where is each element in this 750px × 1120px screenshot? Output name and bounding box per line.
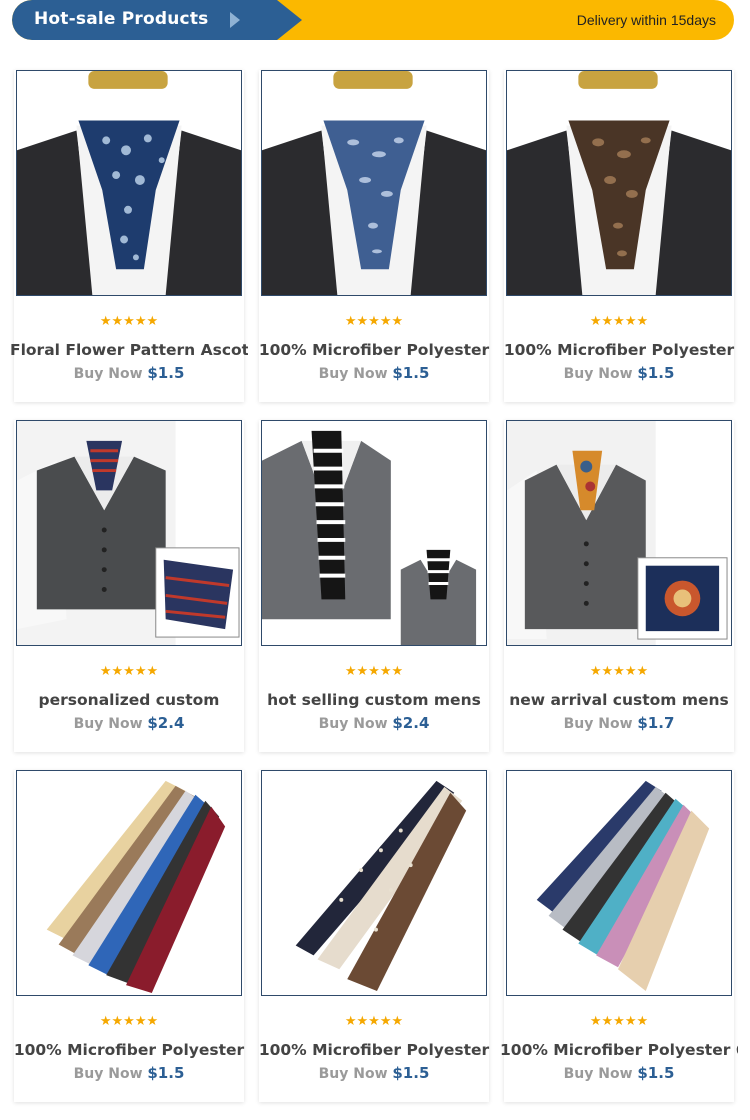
buy-now-link[interactable]: Buy Now: [564, 366, 633, 382]
product-price: $1.5: [147, 364, 185, 382]
price-line: Buy Now $1.5: [14, 364, 244, 382]
product-price: $1.5: [147, 1064, 185, 1082]
product-photo: [17, 771, 241, 995]
product-name[interactable]: Floral Flower Pattern Ascot: [10, 341, 248, 359]
product-price: $1.5: [392, 1064, 430, 1082]
product-image[interactable]: [16, 70, 242, 296]
rating-stars: ★★★★★: [99, 663, 159, 678]
buy-now-link[interactable]: Buy Now: [74, 366, 143, 382]
buy-now-link[interactable]: Buy Now: [319, 1066, 388, 1082]
product-card[interactable]: ★★★★★ 100% Microfiber Polyester 6 Buy No…: [500, 770, 738, 1102]
product-photo: [17, 421, 241, 645]
rating-stars: ★★★★★: [589, 663, 649, 678]
product-photo: [507, 421, 731, 645]
rating-stars: ★★★★★: [344, 1013, 404, 1028]
product-card[interactable]: ★★★★★ new arrival custom mens Buy Now $1…: [504, 420, 734, 752]
rating-stars: ★★★★★: [99, 313, 159, 328]
product-name[interactable]: 100% Microfiber Polyester: [255, 341, 493, 359]
product-price: $2.4: [147, 714, 185, 732]
price-line: Buy Now $2.4: [14, 714, 244, 732]
product-photo: [262, 771, 486, 995]
price-line: Buy Now $1.7: [504, 714, 734, 732]
product-price: $1.7: [637, 714, 675, 732]
price-line: Buy Now $1.5: [504, 1064, 734, 1082]
product-card[interactable]: ★★★★★ hot selling custom mens Buy Now $2…: [259, 420, 489, 752]
rating-stars: ★★★★★: [344, 313, 404, 328]
price-line: Buy Now $1.5: [14, 1064, 244, 1082]
product-card[interactable]: ★★★★★ 100% Microfiber Polyester Buy Now …: [504, 70, 734, 402]
product-image[interactable]: [506, 420, 732, 646]
product-price: $1.5: [392, 364, 430, 382]
price-line: Buy Now $2.4: [259, 714, 489, 732]
product-card[interactable]: ★★★★★ 100% Microfiber Polyester Buy Now …: [259, 770, 489, 1102]
product-photo: [262, 71, 486, 295]
product-card[interactable]: ★★★★★ personalized custom Buy Now $2.4: [14, 420, 244, 752]
product-card[interactable]: ★★★★★ 100% Microfiber Polyester Buy Now …: [14, 770, 244, 1102]
product-name[interactable]: 100% Microfiber Polyester: [10, 1041, 248, 1059]
rating-stars: ★★★★★: [589, 313, 649, 328]
buy-now-link[interactable]: Buy Now: [564, 1066, 633, 1082]
buy-now-link[interactable]: Buy Now: [564, 716, 633, 732]
product-photo: [17, 71, 241, 295]
product-card[interactable]: ★★★★★ Floral Flower Pattern Ascot Buy No…: [10, 70, 248, 402]
rating-stars: ★★★★★: [344, 663, 404, 678]
buy-now-link[interactable]: Buy Now: [74, 1066, 143, 1082]
product-image[interactable]: [16, 770, 242, 996]
buy-now-link[interactable]: Buy Now: [319, 366, 388, 382]
product-image[interactable]: [261, 70, 487, 296]
rating-stars: ★★★★★: [589, 1013, 649, 1028]
price-line: Buy Now $1.5: [504, 364, 734, 382]
price-line: Buy Now $1.5: [259, 1064, 489, 1082]
product-name[interactable]: 100% Microfiber Polyester 6: [500, 1041, 738, 1059]
product-photo: [507, 771, 731, 995]
buy-now-link[interactable]: Buy Now: [74, 716, 143, 732]
product-grid: ★★★★★ Floral Flower Pattern Ascot Buy No…: [0, 0, 750, 1120]
product-name[interactable]: hot selling custom mens: [255, 691, 493, 709]
product-price: $1.5: [637, 1064, 675, 1082]
product-name[interactable]: 100% Microfiber Polyester: [500, 341, 738, 359]
product-price: $2.4: [392, 714, 430, 732]
product-image[interactable]: [261, 770, 487, 996]
product-image[interactable]: [16, 420, 242, 646]
product-card[interactable]: ★★★★★ 100% Microfiber Polyester Buy Now …: [259, 70, 489, 402]
product-image[interactable]: [506, 70, 732, 296]
product-name[interactable]: new arrival custom mens: [500, 691, 738, 709]
price-line: Buy Now $1.5: [259, 364, 489, 382]
product-image[interactable]: [506, 770, 732, 996]
product-photo: [507, 71, 731, 295]
buy-now-link[interactable]: Buy Now: [319, 716, 388, 732]
product-photo: [262, 421, 486, 645]
product-name[interactable]: personalized custom: [10, 691, 248, 709]
product-name[interactable]: 100% Microfiber Polyester: [255, 1041, 493, 1059]
product-price: $1.5: [637, 364, 675, 382]
rating-stars: ★★★★★: [99, 1013, 159, 1028]
product-image[interactable]: [261, 420, 487, 646]
